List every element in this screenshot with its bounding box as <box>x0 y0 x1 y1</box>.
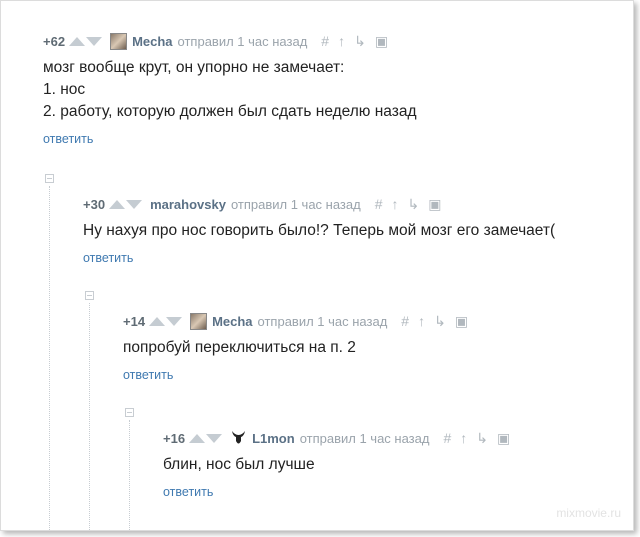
comment-header: +14 Mecha отправил 1 час назад # ↑ ↳ ▣ <box>123 312 468 330</box>
hash-icon[interactable]: # <box>375 196 383 213</box>
comment-actions: # ↑ ↳ ▣ <box>443 430 510 447</box>
parent-icon[interactable]: ↑ <box>338 33 345 50</box>
comment-actions: # ↑ ↳ ▣ <box>375 196 442 213</box>
reply-link[interactable]: ответить <box>83 251 133 265</box>
upvote-icon[interactable] <box>109 199 126 209</box>
branch-icon[interactable]: ↳ <box>408 196 420 213</box>
comment-line: Ну нахуя про нос говорить было!? Теперь … <box>83 222 556 239</box>
downvote-icon[interactable] <box>166 316 183 326</box>
reply-link[interactable]: ответить <box>43 132 93 146</box>
comment: +16 L1mon отправил 1 час назад # ↑ ↳ ▣ б… <box>163 429 510 501</box>
avatar[interactable] <box>110 32 128 50</box>
comment: +62 Mecha отправил 1 час назад # ↑ ↳ ▣ м… <box>43 32 417 148</box>
comment-time: отправил 1 час назад <box>299 430 430 446</box>
comment-actions: # ↑ ↳ ▣ <box>321 33 388 50</box>
reply-link[interactable]: ответить <box>163 485 213 499</box>
parent-icon[interactable]: ↑ <box>460 430 467 447</box>
thread-line <box>89 303 90 530</box>
watermark: mixmovie.ru <box>556 506 621 520</box>
comment-score: +30 <box>83 196 106 212</box>
comment-score: +62 <box>43 33 66 49</box>
parent-icon[interactable]: ↑ <box>392 196 399 213</box>
downvote-icon[interactable] <box>206 433 223 443</box>
comment-time: отправил 1 час назад <box>230 196 361 212</box>
hash-icon[interactable]: # <box>321 33 329 50</box>
comment-body: блин, нос был лучше <box>163 454 510 476</box>
comment-line: попробуй переключиться на п. 2 <box>123 339 356 356</box>
comment-body: попробуй переключиться на п. 2 <box>123 337 468 359</box>
comments-panel: +62 Mecha отправил 1 час назад # ↑ ↳ ▣ м… <box>0 0 634 531</box>
branch-icon[interactable]: ↳ <box>476 430 488 447</box>
comment-actions: # ↑ ↳ ▣ <box>401 313 468 330</box>
comment-line: мозг вообще крут, он упорно не замечает: <box>43 59 345 76</box>
branch-icon[interactable]: ↳ <box>434 313 446 330</box>
comment-score: +16 <box>163 430 186 446</box>
comment-header: +16 L1mon отправил 1 час назад # ↑ ↳ ▣ <box>163 429 510 447</box>
comment-body: Ну нахуя про нос говорить было!? Теперь … <box>83 220 555 242</box>
comment-body: мозг вообще крут, он упорно не замечает:… <box>43 57 417 123</box>
hash-icon[interactable]: # <box>401 313 409 330</box>
comment-author[interactable]: Mecha <box>132 34 172 49</box>
comment-time: отправил 1 час назад <box>257 313 388 329</box>
comment-header: +30 marahovsky отправил 1 час назад # ↑ … <box>83 195 555 213</box>
upvote-icon[interactable] <box>69 36 86 46</box>
downvote-icon[interactable] <box>86 36 103 46</box>
comment-author[interactable]: marahovsky <box>150 197 226 212</box>
downvote-icon[interactable] <box>126 199 143 209</box>
hash-icon[interactable]: # <box>443 430 451 447</box>
devil-avatar-icon[interactable] <box>230 430 247 447</box>
parent-icon[interactable]: ↑ <box>418 313 425 330</box>
save-icon[interactable]: ▣ <box>455 313 468 330</box>
comment-line: блин, нос был лучше <box>163 456 315 473</box>
save-icon[interactable]: ▣ <box>497 430 510 447</box>
comment: +14 Mecha отправил 1 час назад # ↑ ↳ ▣ п… <box>123 312 468 384</box>
collapse-toggle[interactable] <box>125 408 134 417</box>
comment-time: отправил 1 час назад <box>177 33 308 49</box>
comment: +30 marahovsky отправил 1 час назад # ↑ … <box>83 195 555 267</box>
reply-link[interactable]: ответить <box>123 368 173 382</box>
save-icon[interactable]: ▣ <box>375 33 388 50</box>
upvote-icon[interactable] <box>149 316 166 326</box>
save-icon[interactable]: ▣ <box>428 196 441 213</box>
comment-line: 2. работу, которую должен был сдать неде… <box>43 103 417 120</box>
avatar[interactable] <box>190 312 208 330</box>
collapse-toggle[interactable] <box>85 291 94 300</box>
comment-author[interactable]: Mecha <box>212 314 252 329</box>
upvote-icon[interactable] <box>189 433 206 443</box>
branch-icon[interactable]: ↳ <box>354 33 366 50</box>
comment-score: +14 <box>123 313 146 329</box>
comment-line: 1. нос <box>43 81 86 98</box>
collapse-toggle[interactable] <box>45 174 54 183</box>
comment-header: +62 Mecha отправил 1 час назад # ↑ ↳ ▣ <box>43 32 417 50</box>
thread-line <box>49 186 50 530</box>
thread-line <box>129 420 130 530</box>
comment-author[interactable]: L1mon <box>252 431 295 446</box>
